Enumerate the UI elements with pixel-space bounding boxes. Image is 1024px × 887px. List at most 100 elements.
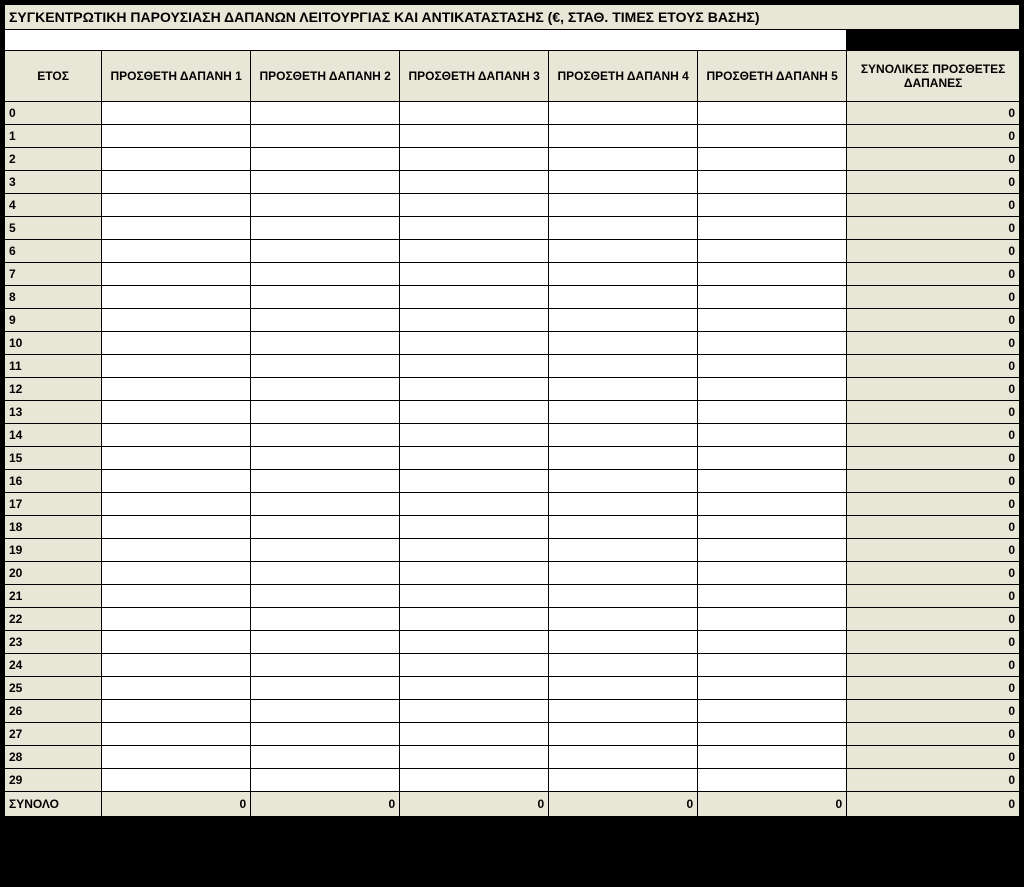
input-cell[interactable] (102, 263, 251, 286)
input-cell[interactable] (549, 171, 698, 194)
input-cell[interactable] (400, 148, 549, 171)
input-cell[interactable] (698, 148, 847, 171)
input-cell[interactable] (549, 631, 698, 654)
input-cell[interactable] (549, 539, 698, 562)
input-cell[interactable] (102, 723, 251, 746)
input-cell[interactable] (251, 677, 400, 700)
input-cell[interactable] (102, 332, 251, 355)
input-cell[interactable] (251, 516, 400, 539)
input-cell[interactable] (549, 654, 698, 677)
input-cell[interactable] (698, 746, 847, 769)
input-cell[interactable] (698, 125, 847, 148)
input-cell[interactable] (102, 240, 251, 263)
input-cell[interactable] (400, 700, 549, 723)
input-cell[interactable] (102, 424, 251, 447)
input-cell[interactable] (251, 263, 400, 286)
input-cell[interactable] (102, 401, 251, 424)
input-cell[interactable] (698, 700, 847, 723)
input-cell[interactable] (251, 585, 400, 608)
input-cell[interactable] (251, 171, 400, 194)
input-cell[interactable] (251, 148, 400, 171)
input-cell[interactable] (251, 102, 400, 125)
input-cell[interactable] (251, 125, 400, 148)
input-cell[interactable] (102, 355, 251, 378)
input-cell[interactable] (102, 447, 251, 470)
input-cell[interactable] (549, 677, 698, 700)
input-cell[interactable] (251, 332, 400, 355)
input-cell[interactable] (698, 516, 847, 539)
input-cell[interactable] (400, 562, 549, 585)
input-cell[interactable] (102, 746, 251, 769)
input-cell[interactable] (549, 470, 698, 493)
input-cell[interactable] (400, 378, 549, 401)
input-cell[interactable] (251, 240, 400, 263)
input-cell[interactable] (549, 125, 698, 148)
input-cell[interactable] (102, 148, 251, 171)
input-cell[interactable] (400, 332, 549, 355)
input-cell[interactable] (549, 378, 698, 401)
input-cell[interactable] (400, 125, 549, 148)
input-cell[interactable] (400, 769, 549, 792)
input-cell[interactable] (698, 263, 847, 286)
input-cell[interactable] (102, 125, 251, 148)
input-cell[interactable] (549, 493, 698, 516)
input-cell[interactable] (251, 654, 400, 677)
input-cell[interactable] (251, 309, 400, 332)
input-cell[interactable] (102, 631, 251, 654)
input-cell[interactable] (102, 194, 251, 217)
input-cell[interactable] (549, 401, 698, 424)
input-cell[interactable] (102, 562, 251, 585)
input-cell[interactable] (698, 309, 847, 332)
input-cell[interactable] (400, 171, 549, 194)
input-cell[interactable] (251, 562, 400, 585)
input-cell[interactable] (251, 217, 400, 240)
input-cell[interactable] (698, 378, 847, 401)
input-cell[interactable] (251, 493, 400, 516)
input-cell[interactable] (400, 493, 549, 516)
input-cell[interactable] (251, 470, 400, 493)
input-cell[interactable] (251, 700, 400, 723)
input-cell[interactable] (698, 355, 847, 378)
input-cell[interactable] (102, 539, 251, 562)
input-cell[interactable] (549, 102, 698, 125)
input-cell[interactable] (251, 378, 400, 401)
input-cell[interactable] (102, 309, 251, 332)
input-cell[interactable] (698, 470, 847, 493)
input-cell[interactable] (549, 240, 698, 263)
input-cell[interactable] (698, 286, 847, 309)
input-cell[interactable] (251, 769, 400, 792)
input-cell[interactable] (251, 608, 400, 631)
input-cell[interactable] (549, 769, 698, 792)
input-cell[interactable] (400, 194, 549, 217)
input-cell[interactable] (549, 700, 698, 723)
input-cell[interactable] (549, 723, 698, 746)
input-cell[interactable] (102, 171, 251, 194)
input-cell[interactable] (251, 447, 400, 470)
input-cell[interactable] (400, 401, 549, 424)
input-cell[interactable] (549, 608, 698, 631)
input-cell[interactable] (400, 608, 549, 631)
input-cell[interactable] (400, 424, 549, 447)
input-cell[interactable] (400, 240, 549, 263)
input-cell[interactable] (549, 148, 698, 171)
input-cell[interactable] (102, 493, 251, 516)
input-cell[interactable] (698, 608, 847, 631)
input-cell[interactable] (400, 263, 549, 286)
input-cell[interactable] (698, 401, 847, 424)
input-cell[interactable] (102, 470, 251, 493)
input-cell[interactable] (549, 286, 698, 309)
input-cell[interactable] (251, 723, 400, 746)
input-cell[interactable] (549, 516, 698, 539)
input-cell[interactable] (698, 171, 847, 194)
input-cell[interactable] (698, 332, 847, 355)
input-cell[interactable] (102, 769, 251, 792)
input-cell[interactable] (400, 102, 549, 125)
input-cell[interactable] (400, 516, 549, 539)
input-cell[interactable] (698, 654, 847, 677)
input-cell[interactable] (698, 240, 847, 263)
input-cell[interactable] (251, 424, 400, 447)
input-cell[interactable] (400, 309, 549, 332)
input-cell[interactable] (400, 723, 549, 746)
input-cell[interactable] (400, 585, 549, 608)
input-cell[interactable] (102, 286, 251, 309)
